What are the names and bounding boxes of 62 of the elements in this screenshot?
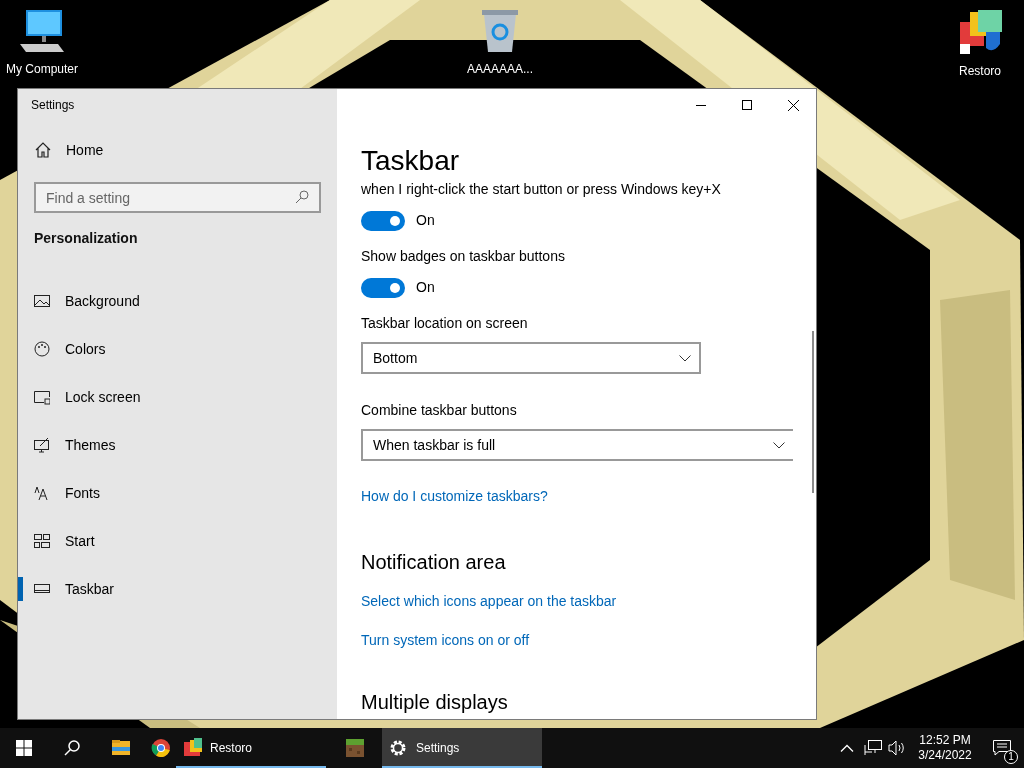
clock-time[interactable]: 12:52 PM xyxy=(919,733,971,748)
gear-icon xyxy=(388,738,408,758)
home-link[interactable]: Home xyxy=(66,139,104,161)
desktop-icon-label[interactable]: My Computer xyxy=(6,60,78,78)
fonts-icon xyxy=(34,485,50,501)
background-icon xyxy=(34,293,50,309)
taskbar-button[interactable]: Settings xyxy=(382,728,542,768)
sidebar-item[interactable]: Fonts xyxy=(18,469,337,517)
notification-button[interactable]: 1 xyxy=(980,728,1024,768)
speaker-icon xyxy=(888,740,906,756)
setting-label: when I right-click the start button or press Windows key+X xyxy=(361,180,722,199)
page-title: Taskbar xyxy=(361,144,461,178)
sidebar-item[interactable]: Lock screen xyxy=(18,373,337,421)
sidebar-item[interactable]: Themes xyxy=(18,421,337,469)
themes-icon xyxy=(34,437,50,453)
section-heading: Notification area xyxy=(361,550,507,575)
restoro-icon xyxy=(182,738,202,758)
windows-icon xyxy=(16,740,32,756)
chevron-down-icon xyxy=(679,354,691,362)
network-icon xyxy=(864,740,882,756)
colors-icon xyxy=(34,341,50,357)
home-icon xyxy=(35,142,51,158)
computer-icon xyxy=(18,8,66,54)
dropdown[interactable]: Bottom xyxy=(361,342,701,374)
dropdown[interactable]: When taskbar is full xyxy=(361,429,793,461)
help-link[interactable]: How do I customize taskbars? xyxy=(361,486,548,507)
section-heading: Personalization xyxy=(33,229,139,248)
taskbar-button[interactable]: Restoro xyxy=(176,728,326,768)
desktop-icon-label[interactable]: Restoro xyxy=(959,62,1001,80)
sidebar-item[interactable]: Taskbar xyxy=(18,565,337,613)
lock-icon xyxy=(34,389,50,405)
setting-label: Show badges on taskbar buttons xyxy=(361,247,566,266)
sidebar-item[interactable]: Colors xyxy=(18,325,337,373)
toggle-switch[interactable] xyxy=(361,210,405,231)
maximize-icon xyxy=(742,100,752,110)
chevron-up-icon xyxy=(840,744,854,752)
toggle-state: On xyxy=(416,278,435,297)
search-icon xyxy=(295,190,309,204)
settings-link[interactable]: Turn system icons on or off xyxy=(361,630,530,651)
search-icon xyxy=(64,740,80,756)
folder-icon xyxy=(111,738,131,758)
grass-block-icon xyxy=(345,738,365,758)
close-icon xyxy=(787,99,799,111)
setting-label: Combine taskbar buttons xyxy=(361,401,518,420)
toggle-switch[interactable] xyxy=(361,277,405,298)
setting-label: Taskbar location on screen xyxy=(361,314,529,333)
sidebar-item[interactable]: Background xyxy=(18,277,337,325)
clock-date[interactable]: 3/24/2022 xyxy=(918,748,972,763)
minimize-icon xyxy=(696,104,706,106)
search-field[interactable]: Find a setting xyxy=(34,182,321,213)
section-heading: Multiple displays xyxy=(361,690,509,715)
toggle-state: On xyxy=(416,211,435,230)
start-icon xyxy=(34,533,50,549)
chrome-icon xyxy=(151,738,171,758)
recycle-bin-icon xyxy=(480,8,520,54)
chevron-down-icon xyxy=(773,441,785,449)
sidebar-item[interactable]: Start xyxy=(18,517,337,565)
window-title: Settings xyxy=(31,97,75,114)
message-icon xyxy=(993,740,1011,756)
settings-link[interactable]: Select which icons appear on the taskbar xyxy=(361,591,617,612)
notification-count-badge: 1 xyxy=(1004,750,1018,764)
desktop-icon-label[interactable]: AAAAAAA... xyxy=(467,60,533,78)
